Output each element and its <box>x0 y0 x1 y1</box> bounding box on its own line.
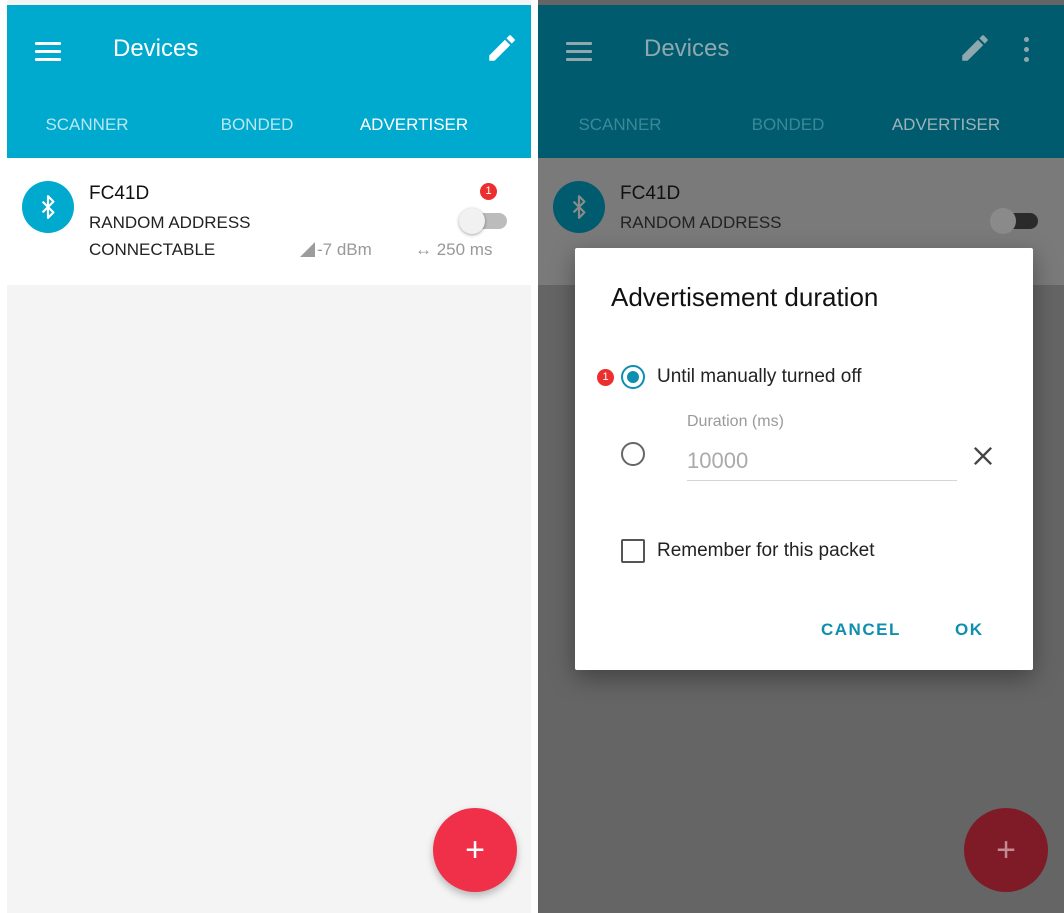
dialog-title: Advertisement duration <box>611 282 879 312</box>
radio-duration[interactable] <box>621 442 645 466</box>
remember-label[interactable]: Remember for this packet <box>657 540 875 562</box>
device-address-type: RANDOM ADDRESS <box>89 213 251 232</box>
advertise-toggle <box>986 206 1044 234</box>
add-advertiser-button[interactable]: + <box>433 808 517 892</box>
signal-icon <box>300 242 315 257</box>
ok-button[interactable]: OK <box>955 620 984 640</box>
tab-advertiser[interactable]: ADVERTISER <box>333 113 495 163</box>
cancel-button[interactable]: CANCEL <box>821 620 901 640</box>
device-name: FC41D <box>89 183 150 204</box>
menu-icon[interactable] <box>566 42 592 62</box>
step-badge: 1 <box>480 183 497 200</box>
bluetooth-icon <box>22 181 74 233</box>
option-manual-label[interactable]: Until manually turned off <box>657 366 862 388</box>
step-badge: 1 <box>597 369 614 386</box>
tab-advertiser[interactable]: ADVERTISER <box>864 113 1028 163</box>
duration-input[interactable]: 10000 <box>687 448 957 481</box>
app-bar: Devices SCANNER BONDED ADVERTISER <box>538 5 1064 163</box>
clear-icon[interactable] <box>969 442 997 470</box>
device-connectable: CONNECTABLE <box>89 240 216 259</box>
device-address-type: RANDOM ADDRESS <box>620 213 782 232</box>
tx-power-value: -7 dBm <box>317 240 372 259</box>
tab-bonded[interactable]: BONDED <box>728 113 848 163</box>
device-name: FC41D <box>620 183 681 204</box>
advertise-toggle[interactable] <box>455 206 513 234</box>
menu-icon[interactable] <box>35 42 61 62</box>
tab-scanner[interactable]: SCANNER <box>560 113 680 163</box>
edit-icon[interactable] <box>958 31 992 65</box>
tx-power: -7 dBm <box>300 240 372 260</box>
advertisement-duration-dialog: Advertisement duration 1 Until manually … <box>575 248 1033 670</box>
advertiser-list-item[interactable]: FC41D RANDOM ADDRESS CONNECTABLE -7 dBm … <box>7 158 531 285</box>
duration-placeholder: 10000 <box>687 448 749 473</box>
more-options-icon[interactable] <box>1021 35 1031 65</box>
duration-field-label: Duration (ms) <box>687 413 784 430</box>
app-bar: Devices SCANNER BONDED ADVERTISER <box>7 5 531 163</box>
tab-scanner[interactable]: SCANNER <box>27 113 147 163</box>
edit-icon[interactable] <box>485 31 519 65</box>
bluetooth-icon <box>553 181 605 233</box>
advertising-interval: ↔ 250 ms <box>415 240 493 259</box>
tab-bar: SCANNER BONDED ADVERTISER <box>538 113 1064 163</box>
tab-bonded[interactable]: BONDED <box>197 113 317 163</box>
page-title: Devices <box>644 35 730 62</box>
tab-bar: SCANNER BONDED ADVERTISER <box>7 113 531 163</box>
devices-screen: Devices SCANNER BONDED ADVERTISER FC41D … <box>7 0 531 913</box>
remember-checkbox[interactable] <box>621 539 645 563</box>
add-advertiser-button: + <box>964 808 1048 892</box>
radio-until-manually-off[interactable] <box>621 365 645 389</box>
page-title: Devices <box>113 35 199 62</box>
